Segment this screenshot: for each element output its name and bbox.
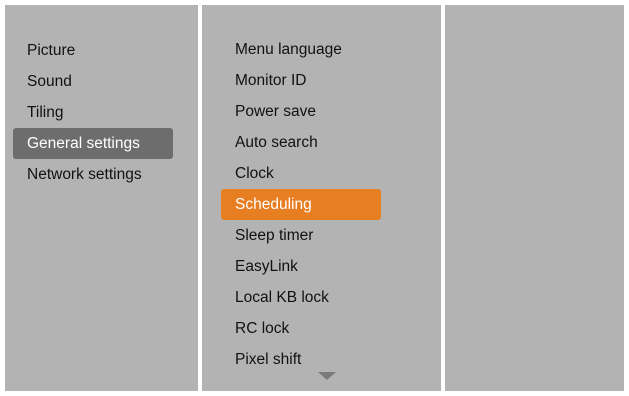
main-menu-column: Picture Sound Tiling General settings Ne…: [5, 5, 198, 391]
submenu-item-scheduling[interactable]: Scheduling: [221, 189, 381, 220]
submenu-item-power-save[interactable]: Power save: [221, 96, 381, 127]
submenu-item-pixel-shift[interactable]: Pixel shift: [221, 344, 381, 375]
submenu-item-rc-lock[interactable]: RC lock: [221, 313, 381, 344]
submenu-item-menu-language[interactable]: Menu language: [221, 34, 381, 65]
main-menu-item-tiling[interactable]: Tiling: [13, 97, 173, 128]
submenu-list: Menu language Monitor ID Power save Auto…: [221, 34, 381, 375]
main-menu-item-general-settings[interactable]: General settings: [13, 128, 173, 159]
osd-menu: Picture Sound Tiling General settings Ne…: [5, 5, 624, 391]
submenu-item-sleep-timer[interactable]: Sleep timer: [221, 220, 381, 251]
main-menu-item-network-settings[interactable]: Network settings: [13, 159, 173, 190]
main-menu-list: Picture Sound Tiling General settings Ne…: [13, 35, 173, 190]
detail-panel-column: [445, 5, 624, 391]
submenu-item-clock[interactable]: Clock: [221, 158, 381, 189]
submenu-column: Menu language Monitor ID Power save Auto…: [202, 5, 441, 391]
submenu-item-monitor-id[interactable]: Monitor ID: [221, 65, 381, 96]
scroll-down-arrow-icon[interactable]: [318, 372, 336, 380]
submenu-item-auto-search[interactable]: Auto search: [221, 127, 381, 158]
submenu-item-easylink[interactable]: EasyLink: [221, 251, 381, 282]
main-menu-item-picture[interactable]: Picture: [13, 35, 173, 66]
submenu-item-local-kb-lock[interactable]: Local KB lock: [221, 282, 381, 313]
main-menu-item-sound[interactable]: Sound: [13, 66, 173, 97]
